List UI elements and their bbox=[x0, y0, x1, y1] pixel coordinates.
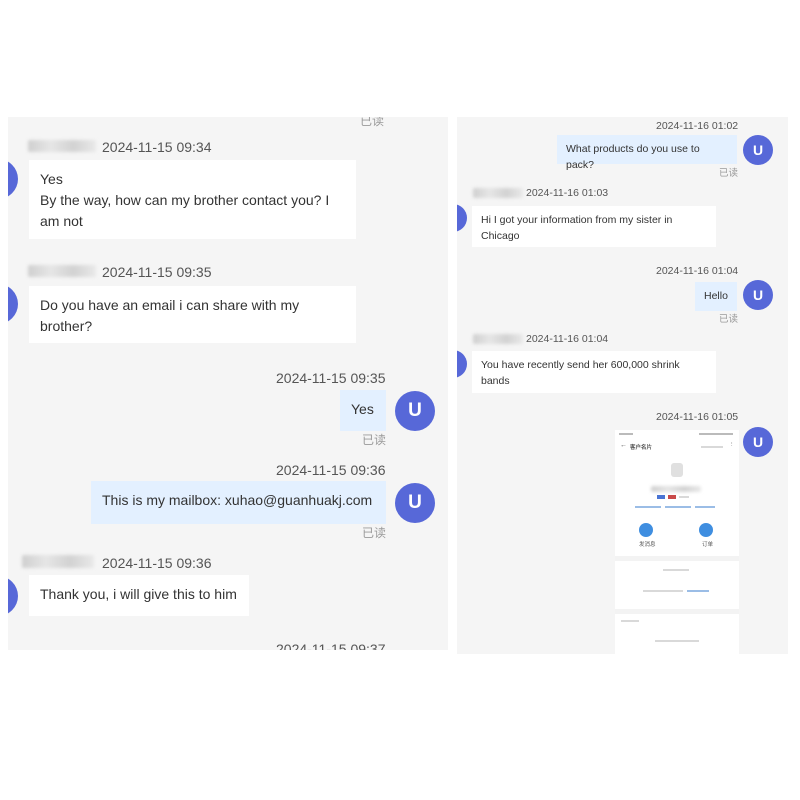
message-timestamp: 2024-11-15 09:34 bbox=[102, 139, 212, 155]
card-title: 客户名片 bbox=[630, 445, 653, 451]
message-action-label: 发消息 bbox=[639, 542, 656, 548]
incoming-message-bubble[interactable]: Yes By the way, how can my brother conta… bbox=[29, 160, 356, 239]
read-receipt: 已读 bbox=[719, 314, 739, 325]
message-line: Yes bbox=[40, 171, 63, 187]
card-tag bbox=[695, 506, 715, 508]
message-text: What products do you use to pack? bbox=[566, 143, 700, 171]
contact-card-screenshot[interactable]: ← 客户名片 ⋮ 发消息 订单 bbox=[615, 430, 739, 654]
peer-name-blurred bbox=[22, 555, 94, 568]
peer-avatar[interactable] bbox=[457, 204, 467, 232]
incoming-message-bubble[interactable]: Thank you, i will give this to him bbox=[29, 575, 249, 616]
message-line: Do you have an email i can share with my bbox=[40, 297, 300, 313]
card-header-link bbox=[701, 446, 723, 448]
read-receipt: 已读 bbox=[360, 117, 385, 128]
message-text: This is my mailbox: xuhao@guanhuakj.com bbox=[102, 492, 373, 508]
message-timestamp: 2024-11-16 01:04 bbox=[526, 333, 609, 345]
message-timestamp: 2024-11-16 01:02 bbox=[656, 120, 739, 132]
back-arrow-icon[interactable]: ← bbox=[620, 442, 627, 449]
message-timestamp: 2024-11-15 09:36 bbox=[276, 462, 386, 478]
message-timestamp: 2024-11-15 09:36 bbox=[102, 555, 212, 571]
user-avatar[interactable]: U bbox=[395, 391, 435, 431]
card-tag bbox=[665, 506, 691, 508]
message-text: Thank you, i will give this to him bbox=[40, 586, 237, 602]
message-action-icon[interactable] bbox=[639, 523, 653, 537]
card-detail-line bbox=[621, 620, 639, 622]
incoming-message-bubble[interactable]: Hi I got your information from my sister… bbox=[472, 206, 716, 247]
peer-name-blurred bbox=[473, 334, 523, 344]
message-timestamp: 2024-11-16 01:03 bbox=[526, 187, 609, 199]
message-timestamp: 2024-11-15 09:37 bbox=[276, 641, 386, 650]
order-action-label: 订单 bbox=[702, 542, 714, 548]
user-avatar[interactable]: U bbox=[395, 483, 435, 523]
chat-panel-left: 已读 2024-11-15 09:34 Yes By the way, how … bbox=[8, 117, 448, 650]
card-detail-line bbox=[655, 640, 699, 642]
message-timestamp: 2024-11-16 01:04 bbox=[656, 265, 739, 277]
message-text: Hello bbox=[704, 290, 728, 302]
peer-avatar[interactable] bbox=[8, 284, 18, 324]
user-avatar[interactable]: U bbox=[743, 427, 773, 457]
message-line: am not bbox=[40, 213, 83, 229]
peer-name-blurred bbox=[28, 265, 96, 277]
read-receipt: 已读 bbox=[719, 168, 739, 179]
badge-icon bbox=[657, 495, 665, 499]
incoming-message-bubble[interactable]: You have recently send her 600,000 shrin… bbox=[472, 351, 716, 393]
more-icon[interactable]: ⋮ bbox=[729, 442, 735, 448]
message-text: Yes bbox=[351, 401, 374, 417]
user-avatar[interactable]: U bbox=[743, 280, 773, 310]
card-link bbox=[687, 590, 709, 592]
message-line: brother? bbox=[40, 318, 93, 334]
peer-avatar[interactable] bbox=[8, 159, 18, 199]
message-line: You have recently send her 600,000 shrin… bbox=[481, 359, 680, 371]
incoming-message-bubble[interactable]: Do you have an email i can share with my… bbox=[29, 286, 356, 343]
message-line: bands bbox=[481, 375, 510, 387]
status-bar bbox=[619, 433, 633, 435]
message-line: Chicago bbox=[481, 230, 520, 242]
contact-name-blurred bbox=[651, 486, 701, 492]
message-timestamp: 2024-11-15 09:35 bbox=[102, 264, 212, 280]
card-detail-line bbox=[663, 569, 689, 571]
message-line: Hi I got your information from my sister… bbox=[481, 214, 673, 226]
message-timestamp: 2024-11-15 09:35 bbox=[276, 370, 386, 386]
card-detail-line bbox=[679, 496, 689, 498]
outgoing-message-bubble[interactable]: This is my mailbox: xuhao@guanhuakj.com bbox=[91, 481, 386, 524]
read-receipt: 已读 bbox=[362, 526, 387, 540]
message-timestamp: 2024-11-16 01:05 bbox=[656, 411, 739, 423]
message-line: By the way, how can my brother contact y… bbox=[40, 192, 330, 208]
peer-avatar[interactable] bbox=[457, 350, 467, 378]
status-bar bbox=[699, 433, 733, 435]
flag-icon bbox=[668, 495, 676, 499]
peer-name-blurred bbox=[473, 188, 523, 198]
peer-avatar[interactable] bbox=[8, 576, 18, 616]
outgoing-message-bubble[interactable]: What products do you use to pack? bbox=[557, 135, 737, 171]
read-receipt: 已读 bbox=[362, 433, 387, 447]
user-avatar[interactable]: U bbox=[743, 135, 773, 165]
company-logo bbox=[671, 463, 683, 477]
card-detail-line bbox=[643, 590, 683, 592]
outgoing-message-bubble[interactable]: Hello bbox=[695, 282, 737, 311]
peer-name-blurred bbox=[28, 140, 96, 152]
chat-panel-right: 2024-11-16 01:02 What products do you us… bbox=[457, 117, 788, 654]
outgoing-message-bubble[interactable]: Yes bbox=[340, 390, 386, 431]
card-tag bbox=[635, 506, 661, 508]
order-action-icon[interactable] bbox=[699, 523, 713, 537]
